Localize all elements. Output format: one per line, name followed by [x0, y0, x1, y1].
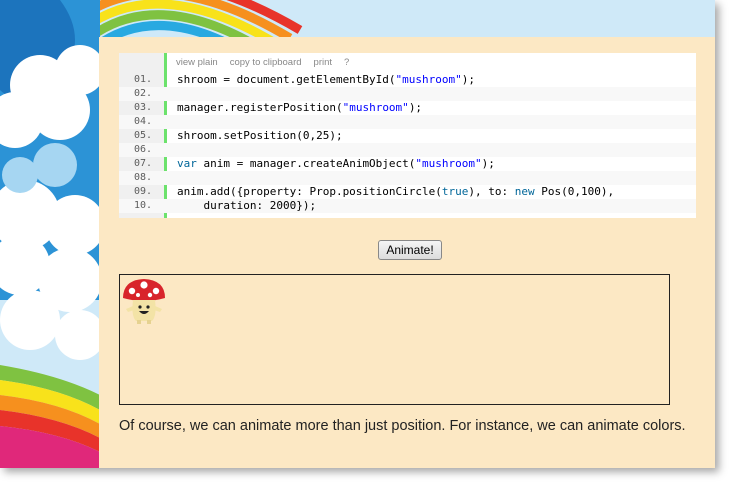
line-code: var anim = manager.createAnimObject("mus… [177, 157, 495, 171]
print-link[interactable]: print [314, 57, 332, 71]
line-number: 02. [133, 88, 152, 99]
code-token: anim = manager.createAnimObject( [196, 157, 416, 170]
code-block: view plain copy to clipboard print ? 01.… [119, 53, 696, 218]
line-number: 08. [133, 172, 152, 183]
code-token: "mushroom" [395, 73, 462, 86]
code-line: 09. anim.add({property: Prop.positionCirc… [119, 185, 696, 199]
line-number: 07. [133, 158, 152, 169]
code-line: 01. shroom = document.getElementById("mus… [119, 73, 696, 87]
code-token: "mushroom" [342, 101, 409, 114]
code-token: anim.add({property: Prop.positionCircle( [177, 185, 442, 198]
line-number: 04. [133, 116, 152, 127]
code-line: 06. [119, 143, 696, 157]
content-area: view plain copy to clipboard print ? 01.… [99, 37, 715, 468]
description-paragraph: Of course, we can animate more than just… [119, 418, 686, 434]
line-code: manager.registerPosition("mushroom"); [177, 101, 422, 115]
code-token: shroom = document.getElementById( [177, 73, 396, 86]
line-number: 03. [133, 102, 152, 113]
code-line: 02. [119, 87, 696, 101]
code-token: ); [481, 157, 495, 170]
code-token: "mushroom" [415, 157, 482, 170]
help-link[interactable]: ? [344, 57, 349, 71]
code-token: ); [461, 73, 476, 86]
code-line: 08. [119, 171, 696, 185]
code-toolbar: view plain copy to clipboard print ? [176, 57, 349, 71]
line-number: 09. [133, 186, 152, 197]
animation-stage [119, 274, 670, 405]
code-token: manager.registerPosition( [177, 101, 343, 114]
line-number: 06. [133, 144, 152, 155]
code-line: 03. manager.registerPosition("mushroom"); [119, 101, 696, 115]
code-line: 04. [119, 115, 696, 129]
code-token: var [177, 157, 197, 170]
code-token: new [514, 185, 535, 198]
line-number: 05. [133, 130, 152, 141]
code-line: 07. var anim = manager.createAnimObject("… [119, 157, 696, 171]
view-plain-link[interactable]: view plain [176, 57, 218, 71]
copy-to-clipboard-link[interactable]: copy to clipboard [230, 57, 302, 71]
line-code: duration: 2000}); [177, 199, 316, 213]
line-code: shroom.setPosition(0,25); [177, 129, 343, 143]
code-token: ), to: [468, 185, 515, 198]
animate-button[interactable]: Animate! [378, 240, 442, 260]
browser-window: view plain copy to clipboard print ? 01.… [0, 0, 715, 468]
line-code: anim.add({property: Prop.positionCircle(… [177, 185, 614, 199]
code-line: 05. shroom.setPosition(0,25); [119, 129, 696, 143]
mushroom-image [123, 279, 165, 324]
line-code: shroom = document.getElementById("mushro… [177, 73, 475, 87]
code-token: duration: 2000}); [177, 199, 317, 212]
line-number: 01. [133, 74, 152, 85]
code-token: shroom.setPosition(0,25); [177, 129, 343, 142]
line-number: 10. [133, 200, 152, 211]
code-token: true [441, 185, 469, 198]
code-line: 10. duration: 2000}); [119, 199, 696, 213]
code-token: ); [408, 101, 423, 114]
code-token: Pos(0,100), [534, 185, 615, 198]
code-lines: 01. shroom = document.getElementById("mus… [119, 73, 696, 213]
